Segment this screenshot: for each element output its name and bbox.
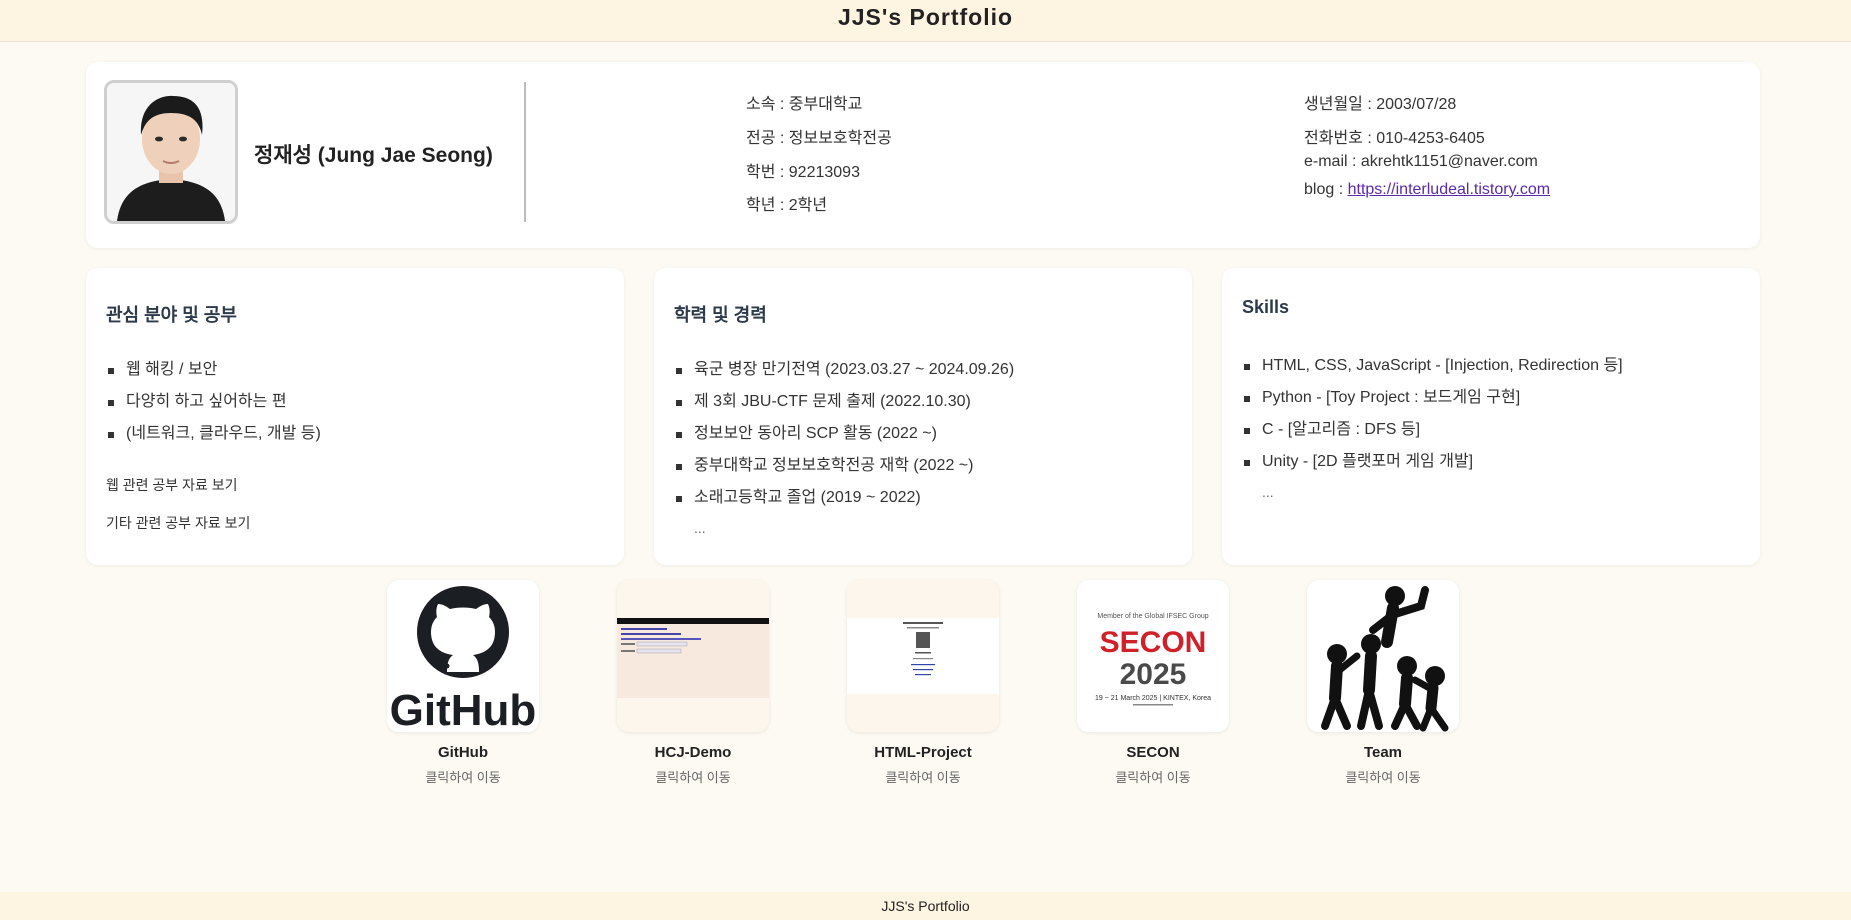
list-item: C - [알고리즘 : DFS 등] xyxy=(1242,414,1623,446)
profile-info-right: 생년월일 : 2003/07/28 전화번호 : 010-4253-6405 e… xyxy=(1304,90,1724,230)
project-card-github[interactable]: GitHub GitHub 클릭하여 이동 xyxy=(387,580,539,786)
svg-text:SECON: SECON xyxy=(1100,626,1207,659)
list-item: 중부대학교 정보보호학전공 재학 (2022 ~) xyxy=(674,450,1014,482)
career-card: 학력 및 경력 육군 병장 만기전역 (2023.03.27 ~ 2024.09… xyxy=(654,268,1192,565)
project-subtitle: 클릭하여 이동 xyxy=(655,770,731,785)
project-title: Team xyxy=(1363,744,1403,761)
list-item: (네트워크, 클라우드, 개발 등) xyxy=(106,418,321,450)
list-item: HTML, CSS, JavaScript - [Injection, Redi… xyxy=(1242,350,1623,382)
list-item: 제 3회 JBU-CTF 문제 출제 (2022.10.30) xyxy=(674,386,1014,418)
blog-link[interactable]: https://interludeal.tistory.com xyxy=(1348,181,1550,198)
blog-label: blog : xyxy=(1304,181,1348,198)
svg-text:Member of the Global IFSEC Gro: Member of the Global IFSEC Group xyxy=(1097,613,1208,620)
project-title: GitHub xyxy=(438,744,488,761)
skills-title: Skills xyxy=(1242,297,1290,317)
profile-card: 정재성 (Jung Jae Seong) 소속 : 중부대학교 전공 : 정보보… xyxy=(86,62,1760,248)
project-title: SECON xyxy=(1126,744,1180,761)
career-ellipsis: ... xyxy=(694,520,706,536)
list-item: 웹 해킹 / 보안 xyxy=(106,354,321,386)
project-card-team[interactable]: Team 클릭하여 이동 xyxy=(1307,580,1459,786)
project-title: HCJ-Demo xyxy=(654,744,732,761)
email-text: e-mail : akrehtk1151@naver.com xyxy=(1304,153,1538,170)
project-links: GitHub GitHub 클릭하여 이동 HCJ-Demo 클릭하여 이동 H… xyxy=(0,580,1851,790)
site-title: JJS's Portfolio xyxy=(837,4,1014,30)
other-study-link[interactable]: 기타 관련 공부 자료 보기 xyxy=(106,513,250,533)
profile-name: 정재성 (Jung Jae Seong) xyxy=(254,144,493,167)
list-item: 다양히 하고 싶어하는 편 xyxy=(106,386,321,418)
secon-logo-icon[interactable]: Member of the Global IFSEC Group SECON 2… xyxy=(1077,580,1229,732)
project-subtitle: 클릭하여 이동 xyxy=(885,770,961,785)
team-people-icon[interactable] xyxy=(1307,580,1459,732)
list-item: 육군 병장 만기전역 (2023.03.27 ~ 2024.09.26) xyxy=(674,354,1014,386)
birthdate-text: 생년월일 : 2003/07/28 xyxy=(1304,96,1457,113)
top-header: JJS's Portfolio xyxy=(0,0,1851,42)
project-subtitle: 클릭하여 이동 xyxy=(425,770,501,785)
list-item: Unity - [2D 플랫포머 게임 개발] xyxy=(1242,446,1623,478)
list-item: Python - [Toy Project : 보드게임 구현] xyxy=(1242,382,1623,414)
project-card-html-project[interactable]: HTML-Project 클릭하여 이동 xyxy=(847,580,999,786)
svg-text:19 ~ 21 March 2025 | KINTEX, K: 19 ~ 21 March 2025 | KINTEX, Korea xyxy=(1095,695,1211,702)
profile-photo xyxy=(104,80,238,224)
phone-text: 전화번호 : 010-4253-6405 xyxy=(1304,130,1485,147)
list-item: 정보보안 동아리 SCP 활동 (2022 ~) xyxy=(674,418,1014,450)
hcj-demo-screenshot-icon[interactable] xyxy=(617,580,769,732)
project-subtitle: 클릭하여 이동 xyxy=(1345,770,1421,785)
interests-title: 관심 분야 및 공부 xyxy=(106,305,237,325)
blog-row: blog : https://interludeal.tistory.com xyxy=(1304,181,1550,199)
github-logo-icon[interactable]: GitHub xyxy=(387,580,539,732)
profile-info-left: 소속 : 중부대학교 전공 : 정보보호학전공 학번 : 92213093 학년… xyxy=(746,90,1046,230)
profile-divider xyxy=(524,82,526,222)
project-card-hcj-demo[interactable]: HCJ-Demo 클릭하여 이동 xyxy=(617,580,769,786)
skills-list: HTML, CSS, JavaScript - [Injection, Redi… xyxy=(1242,350,1623,478)
career-list: 육군 병장 만기전역 (2023.03.27 ~ 2024.09.26) 제 3… xyxy=(674,354,1014,514)
project-title: HTML-Project xyxy=(874,744,972,761)
affiliation-text: 소속 : 중부대학교 xyxy=(746,96,863,113)
list-item: 소래고등학교 졸업 (2019 ~ 2022) xyxy=(674,482,1014,514)
skills-card: Skills HTML, CSS, JavaScript - [Injectio… xyxy=(1222,268,1760,565)
web-study-link[interactable]: 웹 관련 공부 자료 보기 xyxy=(106,475,237,495)
html-project-screenshot-icon[interactable] xyxy=(847,580,999,732)
student-id-text: 학번 : 92213093 xyxy=(746,164,860,181)
major-text: 전공 : 정보보호학전공 xyxy=(746,130,892,147)
svg-text:2025: 2025 xyxy=(1120,658,1187,691)
interests-list: 웹 해킹 / 보안 다양히 하고 싶어하는 편 (네트워크, 클라우드, 개발 … xyxy=(106,354,321,450)
footer-text: JJS's Portfolio xyxy=(881,898,970,914)
grade-text: 학년 : 2학년 xyxy=(746,197,828,214)
interests-card: 관심 분야 및 공부 웹 해킹 / 보안 다양히 하고 싶어하는 편 (네트워크… xyxy=(86,268,624,565)
skills-ellipsis: ... xyxy=(1262,484,1274,500)
site-footer: JJS's Portfolio xyxy=(0,892,1851,920)
svg-text:GitHub: GitHub xyxy=(390,686,537,732)
project-card-secon[interactable]: Member of the Global IFSEC Group SECON 2… xyxy=(1077,580,1229,786)
project-subtitle: 클릭하여 이동 xyxy=(1115,770,1191,785)
career-title: 학력 및 경력 xyxy=(674,305,767,325)
